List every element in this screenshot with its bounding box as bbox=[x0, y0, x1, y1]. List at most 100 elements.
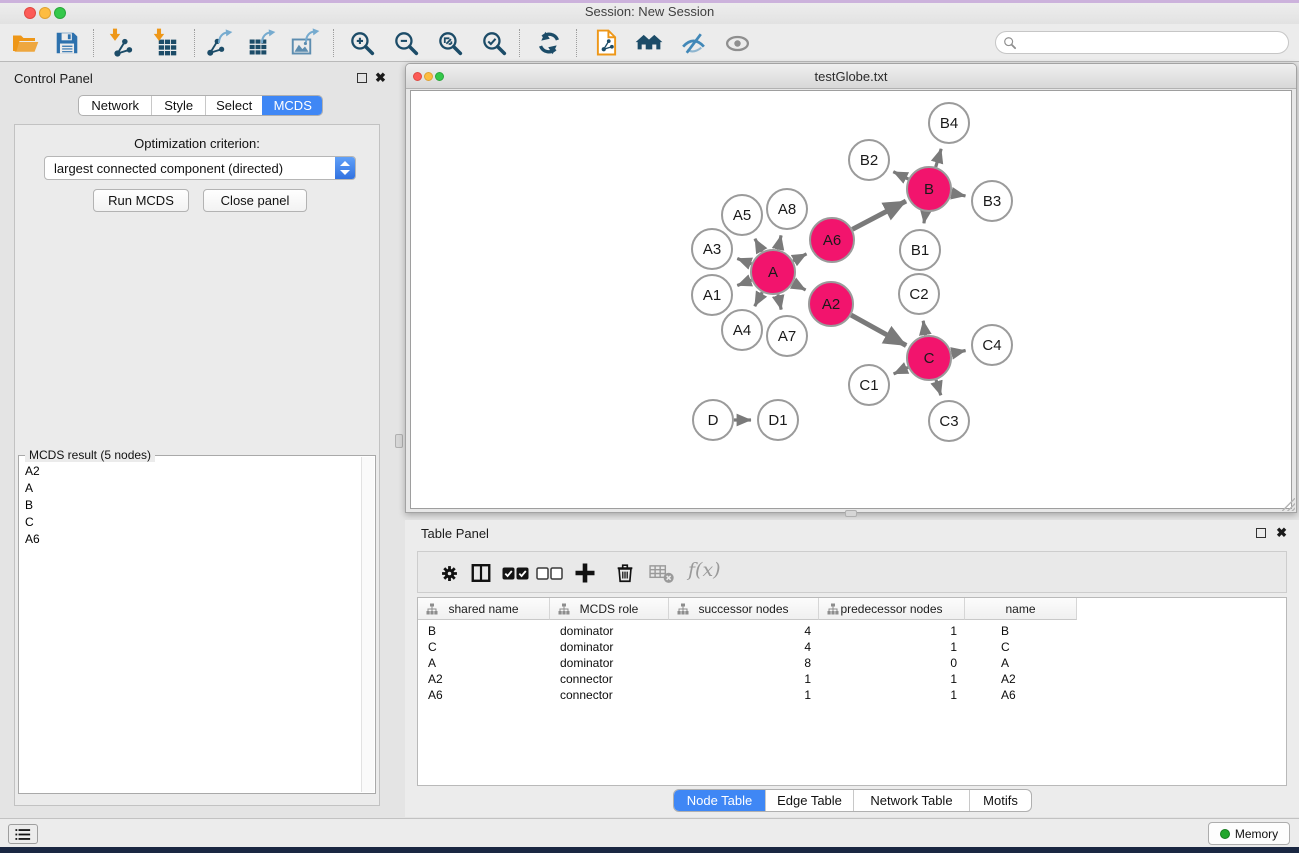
import-network-icon[interactable] bbox=[106, 28, 136, 58]
table-cell-name[interactable]: A2 bbox=[965, 671, 1077, 687]
result-scrollbar[interactable] bbox=[361, 457, 374, 792]
table-cell-predecessor-nodes[interactable]: 1 bbox=[819, 639, 965, 655]
first-neighbors-icon[interactable] bbox=[634, 28, 664, 58]
mcds-result-item[interactable]: A6 bbox=[19, 531, 375, 548]
float-panel-icon[interactable] bbox=[357, 73, 367, 83]
column-header-predecessor-nodes[interactable]: predecessor nodes bbox=[819, 598, 965, 620]
tab-network-table[interactable]: Network Table bbox=[853, 790, 969, 811]
function-builder-icon[interactable]: f(x) bbox=[688, 559, 721, 581]
tab-edge-table[interactable]: Edge Table bbox=[765, 790, 853, 811]
graph-edge-B-B3[interactable] bbox=[952, 193, 966, 196]
export-network-icon[interactable] bbox=[204, 28, 234, 58]
delete-column-icon[interactable] bbox=[610, 558, 640, 588]
mcds-result-item[interactable]: C bbox=[19, 514, 375, 531]
show-all-icon[interactable] bbox=[722, 28, 752, 58]
mcds-result-item[interactable]: A bbox=[19, 480, 375, 497]
graph-edge-A-A5[interactable] bbox=[755, 239, 762, 252]
zoom-in-icon[interactable] bbox=[347, 28, 377, 58]
table-cell-predecessor-nodes[interactable]: 1 bbox=[819, 687, 965, 703]
mcds-result-item[interactable]: A2 bbox=[19, 463, 375, 480]
graph-edge-A-A8[interactable] bbox=[778, 235, 781, 249]
hide-selected-icon[interactable] bbox=[678, 28, 708, 58]
show-column-icon[interactable] bbox=[466, 558, 496, 588]
graph-edge-B-B1[interactable] bbox=[924, 212, 926, 224]
zoom-out-icon[interactable] bbox=[391, 28, 421, 58]
table-cell-shared-name[interactable]: C bbox=[418, 639, 550, 655]
select-all-icon[interactable] bbox=[500, 558, 530, 588]
table-row[interactable]: Cdominator41C bbox=[418, 639, 1286, 655]
vertical-splitter-handle[interactable] bbox=[395, 434, 403, 448]
table-cell-mcds-role[interactable]: connector bbox=[550, 687, 669, 703]
graph-edge-B-B2[interactable] bbox=[893, 172, 908, 179]
import-table-icon[interactable] bbox=[150, 28, 180, 58]
float-table-panel-icon[interactable] bbox=[1256, 528, 1266, 538]
table-row[interactable]: A2connector11A2 bbox=[418, 671, 1286, 687]
tab-style[interactable]: Style bbox=[151, 96, 205, 115]
tab-select[interactable]: Select bbox=[205, 96, 263, 115]
tab-network[interactable]: Network bbox=[79, 96, 151, 115]
open-file-icon[interactable] bbox=[10, 28, 40, 58]
memory-button[interactable]: Memory bbox=[1208, 822, 1290, 845]
table-options-icon[interactable] bbox=[434, 558, 464, 588]
column-header-shared-name[interactable]: shared name bbox=[418, 598, 550, 620]
table-cell-successor-nodes[interactable]: 1 bbox=[669, 687, 819, 703]
search-field[interactable] bbox=[995, 31, 1289, 54]
zoom-selected-icon[interactable] bbox=[479, 28, 509, 58]
export-image-icon[interactable] bbox=[290, 28, 320, 58]
table-cell-predecessor-nodes[interactable]: 0 bbox=[819, 655, 965, 671]
save-session-icon[interactable] bbox=[52, 28, 82, 58]
network-canvas[interactable]: B4B2BB3A8A5A6A3B1AA1C2A2A4A7C4CC1C3DD1 bbox=[410, 90, 1292, 509]
deselect-all-icon[interactable] bbox=[534, 558, 564, 588]
table-cell-shared-name[interactable]: A bbox=[418, 655, 550, 671]
table-cell-predecessor-nodes[interactable]: 1 bbox=[819, 671, 965, 687]
table-row[interactable]: A6connector11A6 bbox=[418, 687, 1286, 703]
close-panel-button[interactable]: Close panel bbox=[203, 189, 307, 212]
new-network-from-selection-icon[interactable] bbox=[592, 28, 622, 58]
graph-edge-C-C3[interactable] bbox=[936, 380, 941, 395]
column-header-name[interactable]: name bbox=[965, 598, 1077, 620]
close-table-panel-icon[interactable]: ✖ bbox=[1276, 526, 1287, 539]
table-cell-successor-nodes[interactable]: 8 bbox=[669, 655, 819, 671]
mcds-result-item[interactable]: B bbox=[19, 497, 375, 514]
network-window-titlebar[interactable]: testGlobe.txt bbox=[406, 64, 1296, 89]
graph-edge-A-A4[interactable] bbox=[755, 292, 763, 306]
table-cell-name[interactable]: B bbox=[965, 623, 1077, 639]
graph-edge-C-C4[interactable] bbox=[952, 351, 966, 354]
search-input[interactable] bbox=[1017, 34, 1288, 52]
table-cell-name[interactable]: A bbox=[965, 655, 1077, 671]
criterion-dropdown[interactable]: largest connected component (directed) bbox=[44, 156, 356, 180]
graph-edge-A-A1[interactable] bbox=[737, 280, 751, 285]
apply-layout-icon[interactable] bbox=[534, 28, 564, 58]
column-header-successor-nodes[interactable]: successor nodes bbox=[669, 598, 819, 620]
table-row[interactable]: Bdominator41B bbox=[418, 623, 1286, 639]
graph-edge-C-C2[interactable] bbox=[923, 321, 925, 336]
graph-edge-A-A7[interactable] bbox=[778, 295, 781, 310]
tab-node-table[interactable]: Node Table bbox=[674, 790, 765, 811]
table-row[interactable]: Adominator80A bbox=[418, 655, 1286, 671]
table-cell-name[interactable]: C bbox=[965, 639, 1077, 655]
table-cell-successor-nodes[interactable]: 4 bbox=[669, 623, 819, 639]
close-panel-icon[interactable]: ✖ bbox=[375, 71, 386, 84]
table-cell-mcds-role[interactable]: dominator bbox=[550, 655, 669, 671]
graph-edge-B-B4[interactable] bbox=[936, 149, 942, 167]
window-resize-grip[interactable] bbox=[1282, 498, 1295, 511]
delete-table-icon[interactable] bbox=[646, 558, 676, 588]
add-column-icon[interactable] bbox=[570, 558, 600, 588]
graph-edge-A6-B[interactable] bbox=[852, 201, 906, 229]
run-mcds-button[interactable]: Run MCDS bbox=[93, 189, 189, 212]
graph-edge-A-A6[interactable] bbox=[793, 254, 806, 261]
table-cell-name[interactable]: A6 bbox=[965, 687, 1077, 703]
table-cell-predecessor-nodes[interactable]: 1 bbox=[819, 623, 965, 639]
table-cell-mcds-role[interactable]: dominator bbox=[550, 639, 669, 655]
table-cell-successor-nodes[interactable]: 1 bbox=[669, 671, 819, 687]
table-cell-shared-name[interactable]: A6 bbox=[418, 687, 550, 703]
column-header-mcds-role[interactable]: MCDS role bbox=[550, 598, 669, 620]
tab-mcds[interactable]: MCDS bbox=[262, 96, 322, 115]
tab-motifs[interactable]: Motifs bbox=[969, 790, 1031, 811]
table-cell-mcds-role[interactable]: dominator bbox=[550, 623, 669, 639]
export-table-icon[interactable] bbox=[247, 28, 277, 58]
zoom-fit-icon[interactable] bbox=[435, 28, 465, 58]
table-cell-shared-name[interactable]: A2 bbox=[418, 671, 550, 687]
task-history-button[interactable] bbox=[8, 824, 38, 844]
graph-edge-A-A3[interactable] bbox=[737, 259, 751, 264]
